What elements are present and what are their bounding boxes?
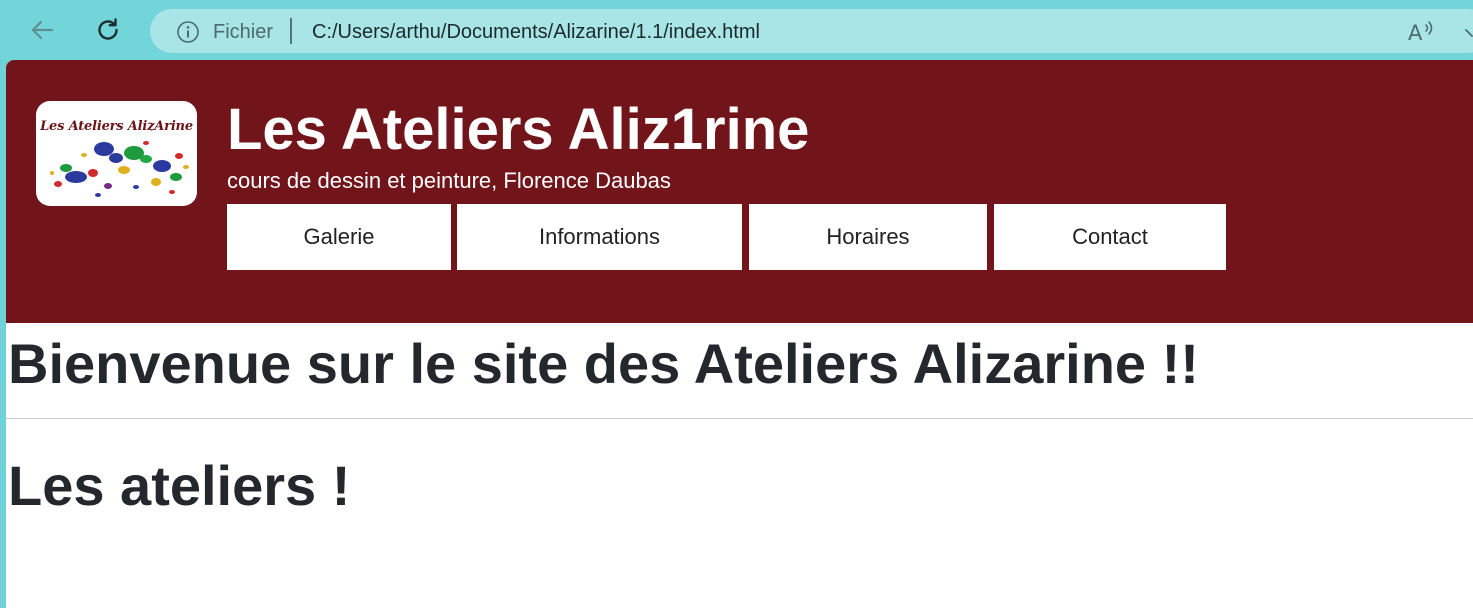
site-subtitle: cours de dessin et peinture, Florence Da…	[227, 168, 671, 193]
address-separator	[290, 18, 292, 44]
horizontal-rule	[6, 418, 1473, 419]
nav-horaires-button[interactable]: Horaires	[749, 204, 987, 270]
read-aloud-icon[interactable]: A	[1408, 19, 1436, 45]
svg-text:A: A	[1408, 21, 1423, 45]
address-bar[interactable]: Fichier C:/Users/arthu/Documents/Alizari…	[150, 9, 1473, 53]
browser-toolbar: Fichier C:/Users/arthu/Documents/Alizari…	[0, 0, 1473, 60]
site-title: Les Ateliers Aliz1rine	[227, 97, 810, 162]
logo-text: Les Ateliers AlizArine	[40, 119, 193, 134]
back-arrow-icon	[31, 20, 54, 40]
nav-contact-button[interactable]: Contact	[994, 204, 1226, 270]
info-icon[interactable]	[176, 20, 200, 44]
address-scheme-label: Fichier	[213, 21, 274, 43]
welcome-heading: Bienvenue sur le site des Ateliers Aliza…	[8, 332, 1199, 395]
paint-splash-image	[50, 141, 189, 197]
address-url[interactable]: C:/Users/arthu/Documents/Alizarine/1.1/i…	[312, 20, 760, 44]
page-viewport: Les Ateliers AlizArine Les Ateliers Aliz…	[6, 60, 1473, 608]
nav-informations-button[interactable]: Informations	[457, 204, 742, 270]
ateliers-heading: Les ateliers !	[8, 454, 351, 517]
back-button[interactable]	[22, 10, 62, 50]
site-header: Les Ateliers AlizArine Les Ateliers Aliz…	[6, 60, 1473, 323]
chevron-right-icon[interactable]	[1463, 19, 1473, 45]
nav-galerie-button[interactable]: Galerie	[227, 204, 451, 270]
reload-icon	[98, 18, 118, 40]
site-logo[interactable]: Les Ateliers AlizArine	[36, 101, 197, 206]
reload-button[interactable]	[88, 10, 128, 50]
